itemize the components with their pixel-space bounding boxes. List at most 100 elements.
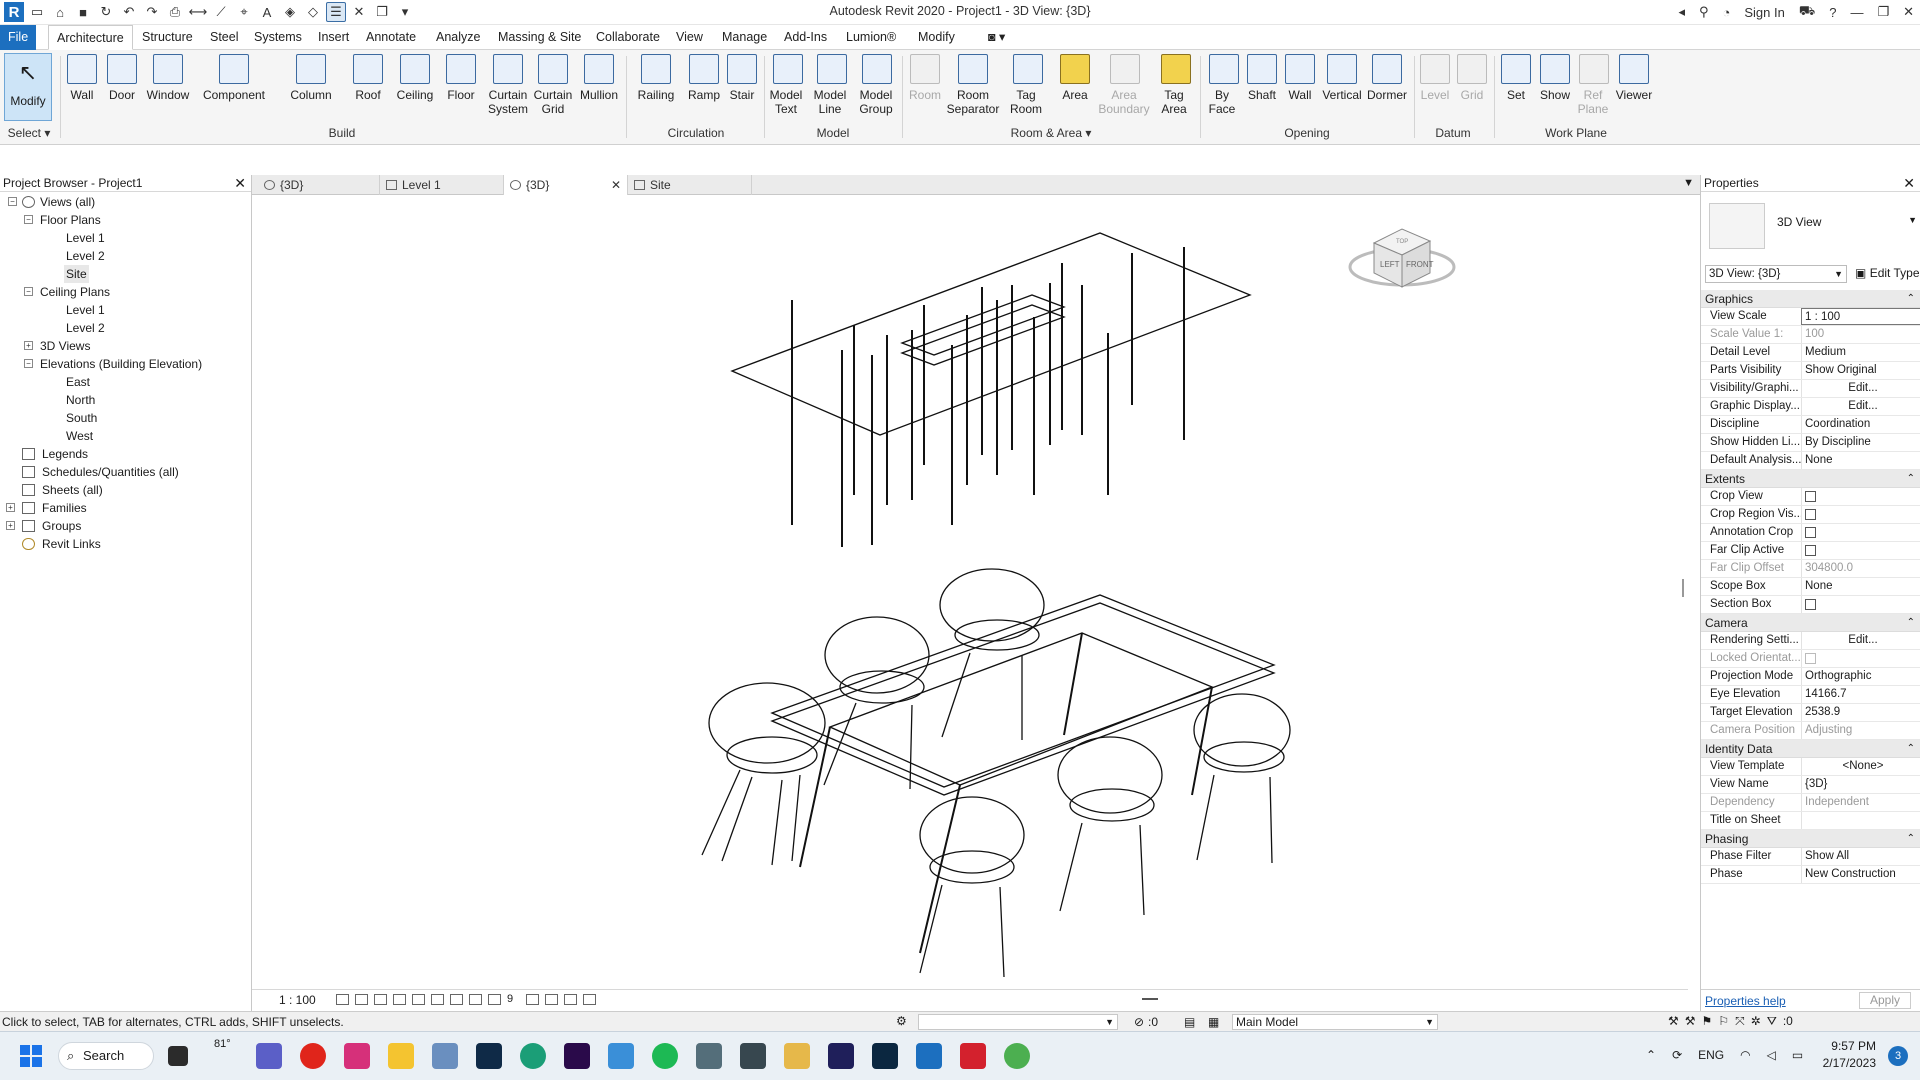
help-icon[interactable]: ? [1829,5,1836,20]
render-icon[interactable] [412,994,425,1005]
scope-box-field[interactable]: None [1801,578,1920,595]
tree-ceiling-level-2[interactable]: Level 2 [66,319,105,337]
cart-icon[interactable]: ⛟ [1799,3,1815,21]
vg-edit-button[interactable]: Edit... [1801,380,1920,397]
lightroom-icon[interactable] [476,1043,502,1069]
spotify-icon[interactable] [652,1043,678,1069]
target-elevation-field[interactable]: 2538.9 [1801,704,1920,721]
curtain-system-button[interactable]: Curtain System [484,54,532,116]
default-analysis-field[interactable]: None [1801,452,1920,469]
unlock-view-icon[interactable] [469,994,482,1005]
properties-help-link[interactable]: Properties help [1705,994,1786,1008]
crop-view-icon[interactable] [431,994,444,1005]
edge-icon[interactable] [520,1043,546,1069]
volume-icon[interactable]: ◁ [1767,1048,1776,1062]
reveal-hidden-icon[interactable] [526,994,539,1005]
ref-plane-button[interactable]: Ref Plane [1576,54,1612,116]
floor-button[interactable]: Floor [442,54,480,102]
discipline-field[interactable]: Coordination [1801,416,1920,433]
parts-visibility-field[interactable]: Show Original [1801,362,1920,379]
underlay-icon[interactable]: ⚒ [1685,1014,1696,1029]
app-icon[interactable] [696,1043,722,1069]
battery-icon[interactable]: ▭ [1792,1048,1803,1062]
windows-start-icon[interactable] [20,1045,42,1067]
filter-icon[interactable]: ⛛ [1767,1014,1777,1029]
room-separator-button[interactable]: Room Separator [944,54,1002,116]
wifi-icon[interactable]: ◠ [1740,1048,1750,1062]
tree-floor-level-2[interactable]: Level 2 [66,247,105,265]
tree-elev-north[interactable]: North [66,391,95,409]
group-room-area[interactable]: Room & Area ▾ [906,126,1196,140]
tree-groups[interactable]: + Groups [6,517,81,535]
tab-site[interactable]: Site [628,175,752,195]
analytical-icon[interactable] [564,994,577,1005]
network-sync-icon[interactable]: ⟳ [1672,1048,1682,1062]
instance-selector[interactable]: 3D View: {3D} ▼ [1705,265,1847,283]
model-group-button[interactable]: Model Group [854,54,900,116]
visual-style-icon[interactable] [355,994,368,1005]
area-button[interactable]: Area [1056,54,1094,102]
expand-icon[interactable]: + [24,341,33,350]
area-boundary-button[interactable]: Area Boundary [1096,54,1154,116]
detail-level-field[interactable]: Medium [1801,344,1920,361]
ribbon-minimize-toggle[interactable]: ◙ ▾ [980,25,1013,50]
search-arrow-icon[interactable]: ◂ [1678,4,1685,20]
pinned-icon[interactable]: ⚑ [1702,1014,1713,1029]
model-line-button[interactable]: Model Line [810,54,854,116]
expand-icon[interactable]: + [6,521,15,530]
detail-level-icon[interactable] [336,994,349,1005]
view-name-field[interactable]: {3D} [1801,776,1920,793]
model-text-button[interactable]: Model Text [766,54,810,116]
collapse-icon[interactable]: − [24,359,33,368]
eye-elevation-field[interactable]: 14166.7 [1801,686,1920,703]
tree-revit-links[interactable]: Revit Links [22,535,101,553]
shadows-icon[interactable] [393,994,406,1005]
tab-insert[interactable]: Insert [310,25,357,50]
design-options-icon[interactable]: ▦ [1208,1015,1219,1029]
tabs-dropdown-icon[interactable]: ▼ [1683,177,1694,189]
tab-view[interactable]: View [668,25,711,50]
view-scale-field[interactable]: 1 : 100 [1801,308,1920,325]
expand-icon[interactable]: + [6,503,15,512]
hscroll-handle[interactable] [1142,998,1158,1000]
section-camera[interactable]: Camera ⌃ [1701,614,1920,632]
temp-view-props-icon[interactable] [545,994,558,1005]
design-option-dropdown[interactable]: Main Model ▼ [1232,1014,1438,1030]
projection-mode-field[interactable]: Orthographic [1801,668,1920,685]
tag-area-button[interactable]: Tag Area [1156,54,1196,116]
tree-elev-south[interactable]: South [66,409,97,427]
select-faces-icon[interactable]: ⚐ [1718,1014,1729,1029]
tree-elevations[interactable]: − Elevations (Building Elevation) [24,355,202,373]
type-selector[interactable]: 3D View ▼ [1701,193,1920,265]
tree-floor-site[interactable]: Site [64,265,89,283]
collapse-icon[interactable]: − [8,197,17,206]
tree-floor-plans[interactable]: − Floor Plans [24,211,101,229]
annotation-crop-checkbox[interactable] [1805,527,1816,538]
tree-families[interactable]: + Families [6,499,87,517]
mullion-button[interactable]: Mullion [576,54,622,102]
autocad-icon[interactable] [960,1043,986,1069]
workset-dropdown[interactable]: ▼ [918,1014,1118,1030]
worksets-icon[interactable]: ⚙ [896,1014,907,1028]
tree-ceiling-level-1[interactable]: Level 1 [66,301,105,319]
tab-file[interactable]: File [0,25,37,50]
component-button[interactable]: Component [198,54,270,102]
tab-manage[interactable]: Manage [714,25,775,50]
section-phasing[interactable]: Phasing ⌃ [1701,830,1920,848]
tab-massing-site[interactable]: Massing & Site [490,25,589,50]
far-clip-active-checkbox[interactable] [1805,545,1816,556]
set-button[interactable]: Set [1498,54,1534,102]
taskbar-search[interactable]: ⌕ Search [58,1042,154,1070]
instagram-icon[interactable] [344,1043,370,1069]
lumion-icon[interactable] [1004,1043,1030,1069]
ramp-button[interactable]: Ramp [684,54,724,102]
edit-type-button[interactable]: ▣ Edit Type [1855,266,1920,280]
opera-icon[interactable] [300,1043,326,1069]
tab-structure[interactable]: Structure [134,25,201,50]
show-crop-icon[interactable] [450,994,463,1005]
background-process-icon[interactable]: ✲ [1751,1014,1761,1029]
select-dropdown[interactable]: Select ▾ [4,126,54,140]
tab-3d-active[interactable]: {3D} ✕ [504,175,628,195]
phase-field[interactable]: New Construction [1801,866,1920,883]
constraints-icon[interactable] [583,994,596,1005]
